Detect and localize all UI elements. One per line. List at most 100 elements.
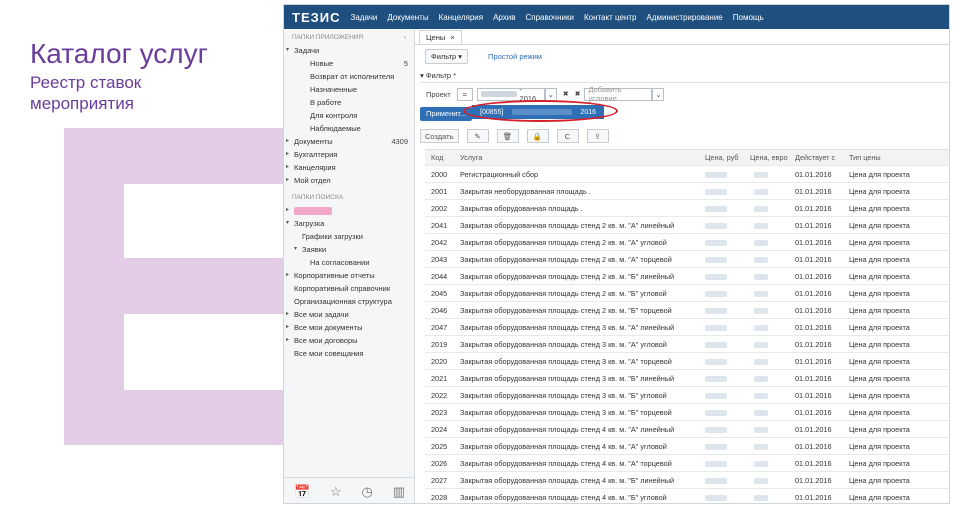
create-button[interactable]: Создать <box>420 129 459 143</box>
sidebar-item[interactable]: ▸ Все мои задачи <box>284 308 414 321</box>
sidebar-item[interactable]: ▸ Канцелярия <box>284 161 414 174</box>
add-condition-chevron-icon[interactable]: ⌄ <box>652 87 665 101</box>
cell-price-type: Цена для проекта <box>849 441 910 451</box>
chevron-right-icon[interactable]: ▸ <box>286 161 289 174</box>
condition-operator[interactable]: = <box>456 87 473 101</box>
sidebar-item[interactable]: ▸ Бухгалтерия <box>284 148 414 161</box>
cell-valid-from: 01.01.2016 <box>795 475 832 485</box>
nav-office[interactable]: Канцелярия <box>439 13 483 22</box>
table-row[interactable]: 2044 Закрытая оборудованная площадь стенд… <box>425 268 949 285</box>
table-row[interactable]: 2023 Закрытая оборудованная площадь стенд… <box>425 404 949 421</box>
chevron-right-icon[interactable]: ▸ <box>286 334 289 347</box>
nav-archive[interactable]: Архив <box>493 13 515 22</box>
table-row[interactable]: 2045 Закрытая оборудованная площадь стенд… <box>425 285 949 302</box>
table-row[interactable]: 2047 Закрытая оборудованная площадь стенд… <box>425 319 949 336</box>
tab-prices[interactable]: Цены × <box>419 30 462 44</box>
table-row[interactable]: 2042 Закрытая оборудованная площадь стенд… <box>425 234 949 251</box>
calendar-icon[interactable]: 📅 <box>294 484 310 500</box>
delete-icon[interactable]: 🗑 <box>496 129 519 143</box>
cell-code: 2042 <box>431 237 448 247</box>
sidebar-item[interactable]: Новые 5 <box>284 57 414 70</box>
table-row[interactable]: 2021 Закрытая оборудованная площадь стенд… <box>425 370 949 387</box>
sidebar-item[interactable]: В работе <box>284 96 414 109</box>
sidebar-item[interactable]: Наблюдаемые <box>284 122 414 135</box>
export-icon[interactable]: ⇪ <box>586 129 609 143</box>
col-price-rub[interactable]: Цена, руб <box>705 153 750 162</box>
table-row[interactable]: 2020 Закрытая оборудованная площадь стенд… <box>425 353 949 370</box>
sidebar-item[interactable]: Возврат от исполнителя <box>284 70 414 83</box>
sidebar-item[interactable]: ▸ Все мои договоры <box>284 334 414 347</box>
table-row[interactable]: 2043 Закрытая оборудованная площадь стенд… <box>425 251 949 268</box>
add-condition-input[interactable]: Добавить условие <box>584 85 653 103</box>
table-row[interactable]: 2001 Закрытая необорудованная площадь . 01… <box>425 183 949 200</box>
table-row[interactable]: 2041 Закрытая оборудованная площадь стенд… <box>425 217 949 234</box>
sidebar-item[interactable]: ▾ Загрузка <box>284 217 414 230</box>
lock-icon[interactable]: 🔒 <box>526 129 549 143</box>
table-row[interactable]: 2028 Закрытая оборудованная площадь стенд… <box>425 489 949 503</box>
remove-condition-icon[interactable]: ✖ <box>575 90 581 98</box>
star-icon[interactable]: ☆ <box>330 484 342 500</box>
chevron-down-icon[interactable]: ▾ <box>294 243 297 256</box>
chevron-right-icon[interactable]: ▸ <box>286 308 289 321</box>
nav-administration[interactable]: Администрирование <box>646 13 722 22</box>
chevron-right-icon[interactable]: ▸ <box>286 135 289 148</box>
edit-icon[interactable]: ✎ <box>466 129 489 143</box>
table-row[interactable]: 2026 Закрытая оборудованная площадь стенд… <box>425 455 949 472</box>
nav-contact-center[interactable]: Контакт центр <box>584 13 637 22</box>
sidebar-item[interactable]: На согласовании <box>284 256 414 269</box>
sidebar-item[interactable]: Для контроля <box>284 109 414 122</box>
table-row[interactable]: 2002 Закрытая оборудованная площадь . 01.0… <box>425 200 949 217</box>
col-price-eur[interactable]: Цена, евро <box>750 153 795 162</box>
close-icon[interactable]: × <box>450 33 454 42</box>
chevron-right-icon[interactable]: ▸ <box>286 148 289 161</box>
col-code[interactable]: Код <box>425 153 460 162</box>
sidebar-item[interactable]: ▸ Все мои документы <box>284 321 414 334</box>
sidebar-item[interactable]: ▸ <box>284 204 414 217</box>
chart-icon[interactable]: ▥ <box>393 484 405 500</box>
chevron-right-icon[interactable]: ▸ <box>286 204 289 217</box>
nav-tasks[interactable]: Задачи <box>351 13 378 22</box>
table-row[interactable]: 2019 Закрытая оборудованная площадь стенд… <box>425 336 949 353</box>
chevron-down-icon[interactable]: ▾ <box>286 217 289 230</box>
condition-value-field[interactable]: - 2016 <box>476 85 545 103</box>
chevron-down-icon[interactable]: ▾ <box>286 44 289 57</box>
chevron-down-icon[interactable]: ⌄ <box>544 87 557 101</box>
sidebar-item-count: 5 <box>403 59 408 68</box>
col-price-type[interactable]: Тип цены <box>849 153 939 162</box>
clear-condition-icon[interactable]: ✖ <box>563 90 569 98</box>
cell-valid-from: 01.01.2016 <box>795 237 832 247</box>
chevron-right-icon[interactable]: ▸ <box>286 174 289 187</box>
chevron-right-icon[interactable]: ▸ <box>286 269 289 282</box>
table-row[interactable]: 2000 Регистрационный сбор 01.01.2016 Цена д… <box>425 166 949 183</box>
nav-documents[interactable]: Документы <box>387 13 428 22</box>
table-row[interactable]: 2027 Закрытая оборудованная площадь стенд… <box>425 472 949 489</box>
collapse-icon[interactable]: ‹ <box>404 31 406 44</box>
chevron-right-icon[interactable]: ▸ <box>286 321 289 334</box>
sidebar-item[interactable]: ▸ Документы 4309 <box>284 135 414 148</box>
sidebar-item[interactable]: ▾ Задачи <box>284 44 414 57</box>
clock-icon[interactable]: ◷ <box>362 484 373 500</box>
table-row[interactable]: 2022 Закрытая оборудованная площадь стенд… <box>425 387 949 404</box>
sidebar-item[interactable]: ▸ Корпоративные отчеты <box>284 269 414 282</box>
sidebar-item[interactable]: Все мои совещания <box>284 347 414 360</box>
refresh-icon[interactable]: C <box>556 129 579 143</box>
sidebar-item[interactable]: Организационная структура <box>284 295 414 308</box>
table-row[interactable]: 2046 Закрытая оборудованная площадь стенд… <box>425 302 949 319</box>
sidebar-item[interactable]: Корпоративный справочник <box>284 282 414 295</box>
table-row[interactable]: 2025 Закрытая оборудованная площадь стенд… <box>425 438 949 455</box>
nav-references[interactable]: Справочники <box>525 13 573 22</box>
nav-help[interactable]: Помощь <box>733 13 764 22</box>
simple-mode-link[interactable]: Простой режим <box>488 52 542 61</box>
sidebar-item[interactable]: ▾ Заявки <box>284 243 414 256</box>
sidebar-item[interactable]: Назначенные <box>284 83 414 96</box>
app-folders-header: ПАПКИ ПРИЛОЖЕНИЯ ‹ <box>284 31 414 44</box>
sidebar-item[interactable]: ▸ Мой отдел <box>284 174 414 187</box>
filter-button[interactable]: Фильтр ▾ <box>425 48 469 64</box>
table-row[interactable]: 2024 Закрытая оборудованная площадь стенд… <box>425 421 949 438</box>
app-logo[interactable]: ТЕЗИС <box>284 10 351 25</box>
cell-price-type: Цена для проекта <box>849 356 910 366</box>
col-service[interactable]: Услуга <box>460 153 705 162</box>
col-valid-from[interactable]: Действует с <box>795 153 849 162</box>
filter-header[interactable]: ▾ Фильтр * <box>420 71 949 83</box>
sidebar-item[interactable]: Графики загрузки <box>284 230 414 243</box>
